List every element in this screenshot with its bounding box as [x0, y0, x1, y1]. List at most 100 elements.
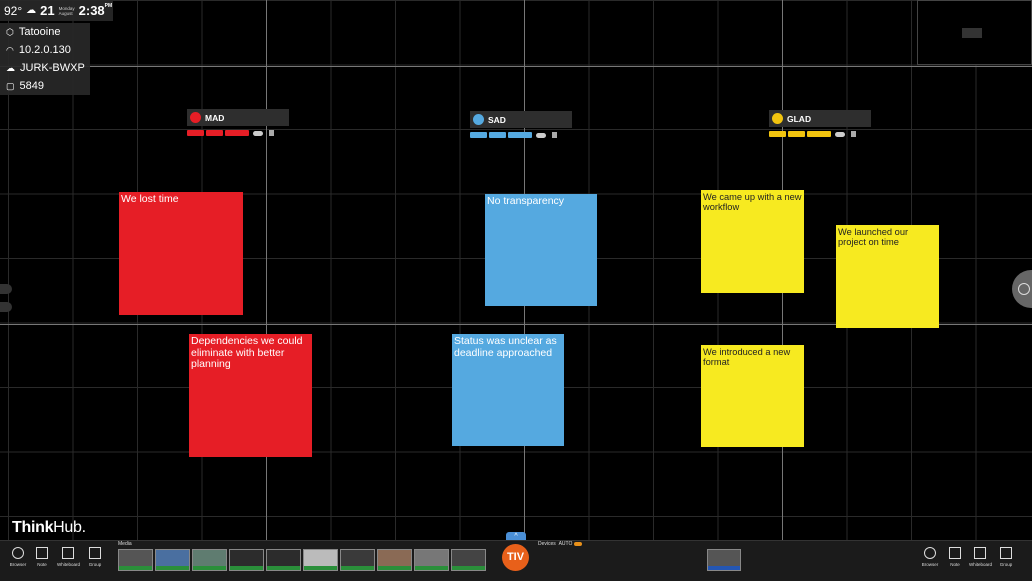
thumbnail-caption: [708, 566, 740, 570]
thumbnail-caption: [415, 566, 448, 570]
whiteboard-tool[interactable]: Whiteboard: [57, 547, 81, 567]
filter-chip[interactable]: [489, 132, 506, 138]
group-tool[interactable]: Group: [84, 547, 106, 567]
thumbnail-caption: [156, 566, 189, 570]
media-thumbnail[interactable]: [377, 549, 412, 571]
pencil-icon: [62, 547, 74, 559]
whiteboard-tool[interactable]: Whiteboard: [969, 547, 993, 567]
cloud-icon: ☁: [26, 5, 37, 16]
column-controls: [769, 129, 871, 139]
tool-label: Browser: [9, 562, 27, 567]
thumbnail-caption: [452, 566, 485, 570]
tiv-badge[interactable]: TIV: [502, 544, 529, 571]
auto-toggle[interactable]: [574, 541, 583, 546]
ampm: PM: [104, 3, 113, 9]
host-name: JURK-BWXP: [20, 62, 85, 74]
network-info-panel: ⬡ Tatooine ◠ 10.2.0.130 ☁ JURK-BWXP ▢ 58…: [0, 23, 90, 95]
grid-major-line: [0, 66, 1032, 67]
sticky-note[interactable]: Status was unclear as deadline approache…: [452, 334, 564, 446]
media-thumbnail[interactable]: [303, 549, 338, 571]
media-thumbnail[interactable]: [192, 549, 227, 571]
thumbnail-caption: [193, 566, 226, 570]
device-thumbnail[interactable]: [707, 549, 741, 571]
column-header-mad[interactable]: MAD: [187, 109, 289, 140]
date-weekday-month: Monday August: [59, 6, 75, 16]
column-title: MAD: [205, 112, 225, 123]
media-thumbnail[interactable]: [155, 549, 190, 571]
media-thumbnail[interactable]: [414, 549, 449, 571]
filter-chip[interactable]: [788, 131, 805, 137]
column-toggle[interactable]: [835, 131, 845, 137]
column-header-sad[interactable]: SAD: [470, 111, 572, 142]
people-icon: [1018, 283, 1030, 295]
thumbnail-caption: [378, 566, 411, 570]
browser-tool[interactable]: Browser: [919, 547, 941, 567]
date-day: 21: [40, 3, 55, 18]
sticky-note[interactable]: We lost time: [119, 192, 243, 315]
filter-chip[interactable]: [470, 132, 487, 138]
filter-chip[interactable]: [508, 132, 532, 138]
tool-label: Note: [950, 562, 960, 567]
code-row: ▢ 5849: [0, 77, 90, 95]
sticky-note[interactable]: We came up with a new workflow: [701, 190, 804, 293]
note-tool[interactable]: Note: [31, 547, 53, 567]
trash-icon[interactable]: [851, 131, 856, 137]
browser-tool[interactable]: Browser: [7, 547, 29, 567]
sticky-note[interactable]: Dependencies we could eliminate with bet…: [189, 334, 312, 457]
column-header-glad[interactable]: GLAD: [769, 110, 871, 141]
weather-clock-widget: 92° ☁ 21 Monday August 2:38PM: [0, 0, 113, 21]
media-thumbnail[interactable]: [451, 549, 486, 571]
minimap-viewport: [962, 28, 982, 38]
devices-label: Devices: [538, 541, 556, 547]
column-toggle[interactable]: [536, 132, 546, 138]
time-value: 2:38: [78, 3, 105, 18]
face-icon: [473, 114, 484, 125]
tool-label: Group: [88, 562, 102, 567]
media-thumbnail[interactable]: [266, 549, 301, 571]
filter-chip[interactable]: [807, 131, 831, 137]
filter-chip[interactable]: [206, 130, 223, 136]
room-name: Tatooine: [18, 26, 61, 38]
column-title-bar: GLAD: [769, 110, 871, 127]
room-row: ⬡ Tatooine: [0, 23, 90, 41]
ip-address: 10.2.0.130: [18, 44, 71, 56]
tool-label: Browser: [921, 562, 939, 567]
left-side-button[interactable]: [0, 284, 12, 294]
minimap[interactable]: [917, 0, 1032, 65]
lock-icon: ▢: [6, 80, 15, 91]
devices-header: Devices AUTO: [538, 541, 583, 547]
filter-chip[interactable]: [187, 130, 204, 136]
sticky-note[interactable]: We introduced a new format: [701, 345, 804, 447]
logo-bold: Think: [12, 519, 54, 536]
media-label: Media: [118, 541, 132, 547]
tool-label: Whiteboard: [969, 562, 993, 567]
clock-time: 2:38PM: [79, 3, 113, 18]
left-side-button[interactable]: [0, 302, 12, 312]
cloud-icon: ☁: [6, 62, 15, 73]
trash-icon[interactable]: [269, 130, 274, 136]
host-row: ☁ JURK-BWXP: [0, 59, 90, 77]
note-tool[interactable]: Note: [944, 547, 966, 567]
media-thumbnail[interactable]: [229, 549, 264, 571]
filter-chip[interactable]: [769, 131, 786, 137]
column-toggle[interactable]: [253, 130, 263, 136]
group-tool[interactable]: Group: [995, 547, 1017, 567]
sticky-note[interactable]: No transparency: [485, 194, 597, 306]
sticky-note[interactable]: We launched our project on time: [836, 225, 939, 328]
column-title-bar: MAD: [187, 109, 289, 126]
flame-icon: [190, 112, 201, 123]
media-thumbnail[interactable]: [118, 549, 153, 571]
wifi-icon: ◠: [6, 44, 14, 55]
tool-label: Whiteboard: [57, 562, 81, 567]
media-thumbnail[interactable]: [340, 549, 375, 571]
filter-chip[interactable]: [225, 130, 249, 136]
note-icon: [949, 547, 961, 559]
group-icon: [89, 547, 101, 559]
trash-icon[interactable]: [552, 132, 557, 138]
cube-icon: ⬡: [6, 26, 14, 37]
globe-icon: [12, 547, 24, 559]
ip-row: ◠ 10.2.0.130: [0, 41, 90, 59]
tool-label: Note: [37, 562, 47, 567]
thumbnail-caption: [230, 566, 263, 570]
auto-label: AUTO: [558, 541, 573, 547]
